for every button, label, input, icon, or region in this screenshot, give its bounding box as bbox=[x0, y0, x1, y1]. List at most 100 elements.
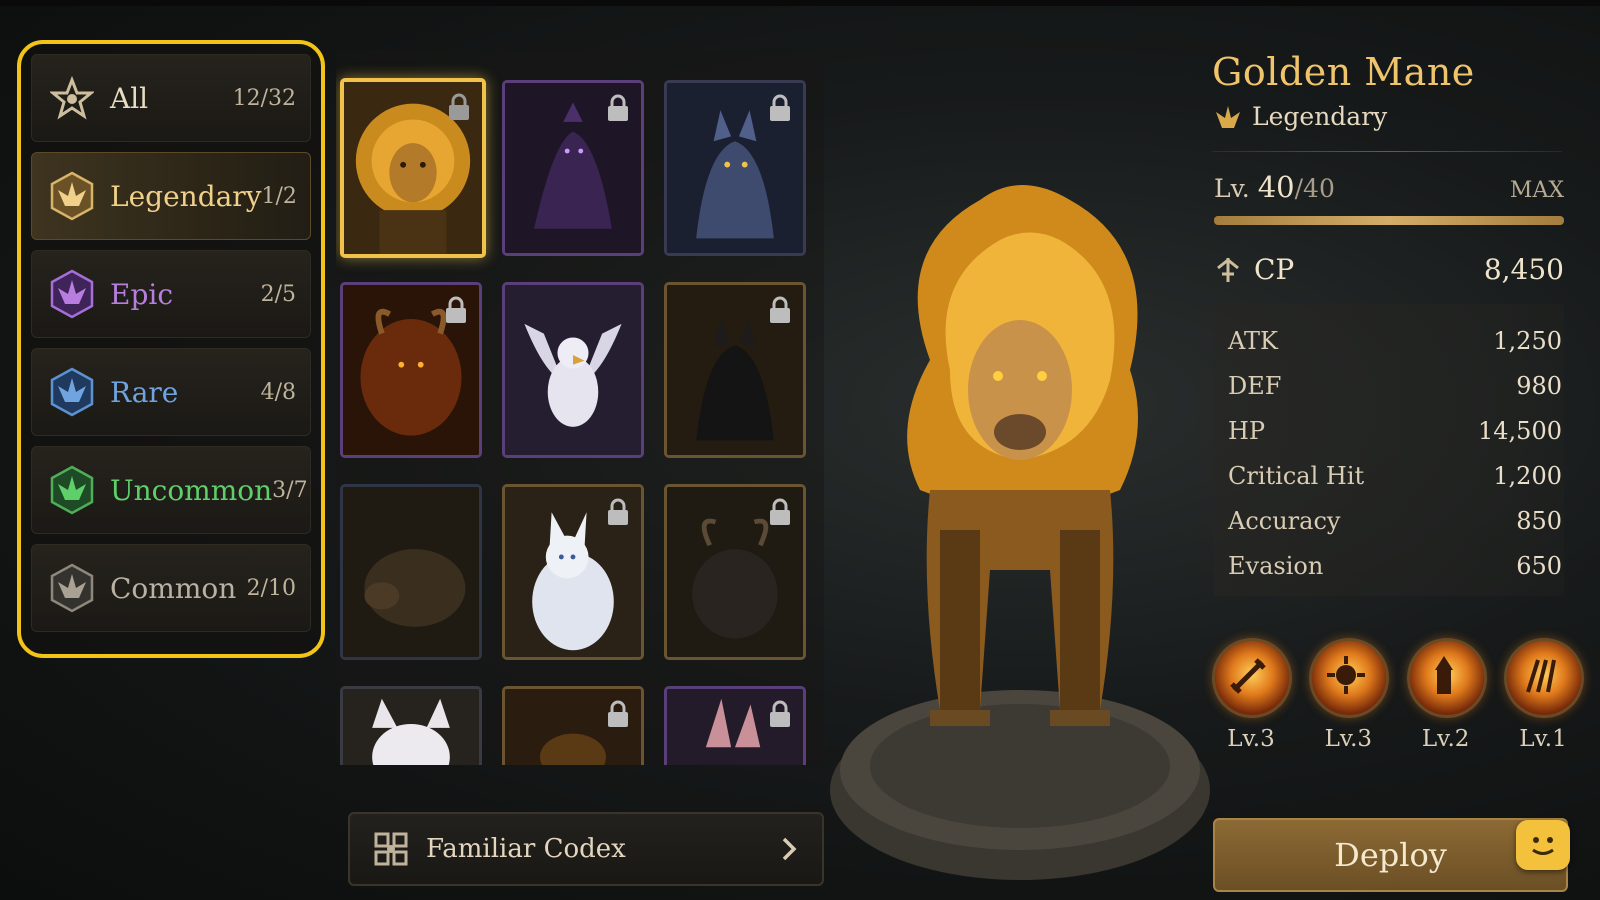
codex-icon bbox=[374, 832, 408, 866]
uncommon-crest-icon bbox=[46, 464, 98, 516]
filter-epic[interactable]: Epic 2/5 bbox=[31, 250, 311, 338]
stat-label: ATK bbox=[1228, 326, 1278, 355]
deploy-button[interactable]: Deploy bbox=[1213, 818, 1568, 892]
familiar-card-golden-lion[interactable] bbox=[340, 78, 486, 258]
filter-common[interactable]: Common 2/10 bbox=[31, 544, 311, 632]
familiar-card-white-fox[interactable] bbox=[502, 484, 644, 660]
details-divider bbox=[1212, 151, 1562, 152]
white-cat-portrait bbox=[343, 689, 479, 765]
stat-label: DEF bbox=[1228, 371, 1282, 400]
cp-icon bbox=[1217, 257, 1239, 282]
filter-rare-count: 4/8 bbox=[260, 379, 296, 405]
familiar-card-ember-beast[interactable] bbox=[502, 686, 644, 765]
stat-row: DEF 980 bbox=[1214, 363, 1564, 408]
lock-icon bbox=[608, 498, 628, 525]
familiar-card-crystal-beast[interactable] bbox=[664, 686, 806, 765]
stat-row: ATK 1,250 bbox=[1214, 318, 1564, 363]
boar-portrait bbox=[343, 487, 479, 657]
lock-icon bbox=[770, 296, 790, 323]
stat-row: Critical Hit 1,200 bbox=[1214, 453, 1564, 498]
stat-value: 980 bbox=[1516, 371, 1562, 400]
rarity-filter-panel: All 12/32 Legendary 1/2 Epic 2/5 Rare 4/… bbox=[17, 40, 325, 658]
stat-label: HP bbox=[1228, 416, 1266, 445]
lock-icon bbox=[770, 700, 790, 727]
filter-all[interactable]: All 12/32 bbox=[31, 54, 311, 142]
filter-all-count: 12/32 bbox=[232, 85, 296, 111]
rising-fist-skill-icon bbox=[1406, 638, 1487, 718]
filter-all-label: All bbox=[110, 81, 149, 115]
flame-burst-skill-icon bbox=[1309, 638, 1390, 718]
stat-value: 650 bbox=[1516, 551, 1562, 580]
legendary-crest-icon bbox=[46, 170, 98, 222]
familiar-showcase bbox=[830, 170, 1210, 890]
claw-skill-icon bbox=[1503, 638, 1584, 718]
filter-common-label: Common bbox=[110, 571, 237, 605]
stat-value: 850 bbox=[1516, 506, 1562, 535]
familiar-card-white-griffin[interactable] bbox=[502, 282, 644, 458]
stat-row: HP 14,500 bbox=[1214, 408, 1564, 453]
filter-rare[interactable]: Rare 4/8 bbox=[31, 348, 311, 436]
familiar-codex-label: Familiar Codex bbox=[426, 834, 626, 864]
top-edge bbox=[0, 0, 1600, 6]
skill-slot[interactable]: Lv.3 bbox=[1212, 638, 1292, 752]
familiar-details-panel: Golden Mane Legendary Lv. 40 /40 MAX CP … bbox=[1200, 40, 1580, 596]
filter-epic-count: 2/5 bbox=[260, 281, 296, 307]
legendary-leaf-icon bbox=[1216, 105, 1240, 128]
filter-epic-label: Epic bbox=[110, 277, 173, 311]
stats-list: ATK 1,250 DEF 980 HP 14,500 Critical Hit 1,2… bbox=[1214, 304, 1564, 596]
level-max: /40 bbox=[1294, 174, 1335, 203]
sword-skill-icon bbox=[1212, 638, 1292, 718]
stat-value: 1,200 bbox=[1493, 461, 1562, 490]
familiar-card-black-wolf[interactable] bbox=[664, 282, 806, 458]
deploy-label: Deploy bbox=[1334, 836, 1447, 874]
familiar-card-frost-wolf[interactable] bbox=[664, 80, 806, 256]
filter-common-count: 2/10 bbox=[246, 575, 296, 601]
familiar-card-fire-demon[interactable] bbox=[340, 282, 482, 458]
chat-bubble-icon[interactable] bbox=[1516, 820, 1570, 870]
familiar-rarity: Legendary bbox=[1214, 102, 1580, 131]
epic-crest-icon bbox=[46, 268, 98, 320]
familiar-card-shadow-dragon[interactable] bbox=[502, 80, 644, 256]
lock-icon bbox=[608, 94, 628, 121]
level-prefix: Lv. bbox=[1214, 174, 1250, 203]
stat-row: Evasion 650 bbox=[1214, 543, 1564, 588]
lock-icon bbox=[770, 94, 790, 121]
stat-row: Accuracy 850 bbox=[1214, 498, 1564, 543]
familiar-card-horned-beast[interactable] bbox=[664, 484, 806, 660]
filter-rare-label: Rare bbox=[110, 375, 179, 409]
filter-legendary[interactable]: Legendary 1/2 bbox=[31, 152, 311, 240]
filter-uncommon-label: Uncommon bbox=[110, 473, 273, 507]
level-progress-fill bbox=[1214, 216, 1564, 225]
common-crest-icon bbox=[46, 562, 98, 614]
stat-label: Critical Hit bbox=[1228, 461, 1365, 490]
filter-legendary-label: Legendary bbox=[110, 179, 262, 213]
skill-level: Lv.1 bbox=[1519, 726, 1567, 752]
level-row: Lv. 40 /40 MAX bbox=[1214, 170, 1564, 204]
lock-icon bbox=[449, 93, 469, 120]
level-current: 40 bbox=[1257, 170, 1295, 204]
familiar-card-boar[interactable] bbox=[340, 484, 482, 660]
star-emblem-icon bbox=[46, 72, 98, 124]
familiar-codex-button[interactable]: Familiar Codex bbox=[348, 812, 824, 886]
rare-crest-icon bbox=[46, 366, 98, 418]
stat-value: 14,500 bbox=[1478, 416, 1562, 445]
skill-slot[interactable]: Lv.3 bbox=[1309, 638, 1390, 752]
skill-level: Lv.3 bbox=[1227, 726, 1275, 752]
stat-label: Evasion bbox=[1228, 551, 1324, 580]
level-max-tag: MAX bbox=[1509, 178, 1564, 203]
familiar-card-white-cat[interactable] bbox=[340, 686, 482, 765]
skill-slot[interactable]: Lv.2 bbox=[1406, 638, 1487, 752]
level-progress-bar bbox=[1214, 216, 1564, 225]
filter-legendary-count: 1/2 bbox=[261, 183, 297, 209]
stat-label: Accuracy bbox=[1228, 506, 1341, 535]
skill-level: Lv.3 bbox=[1324, 726, 1373, 752]
white-griffin-portrait bbox=[505, 285, 641, 455]
chevron-right-icon bbox=[782, 837, 797, 861]
lock-icon bbox=[770, 498, 790, 525]
filter-uncommon-count: 3/7 bbox=[272, 477, 308, 503]
skill-level: Lv.2 bbox=[1421, 726, 1470, 752]
filter-uncommon[interactable]: Uncommon 3/7 bbox=[31, 446, 311, 534]
skills-row: Lv.3 Lv.3 Lv.2 Lv.1 bbox=[1212, 638, 1584, 752]
skill-slot[interactable]: Lv.1 bbox=[1503, 638, 1584, 752]
familiar-rarity-label: Legendary bbox=[1252, 102, 1388, 131]
